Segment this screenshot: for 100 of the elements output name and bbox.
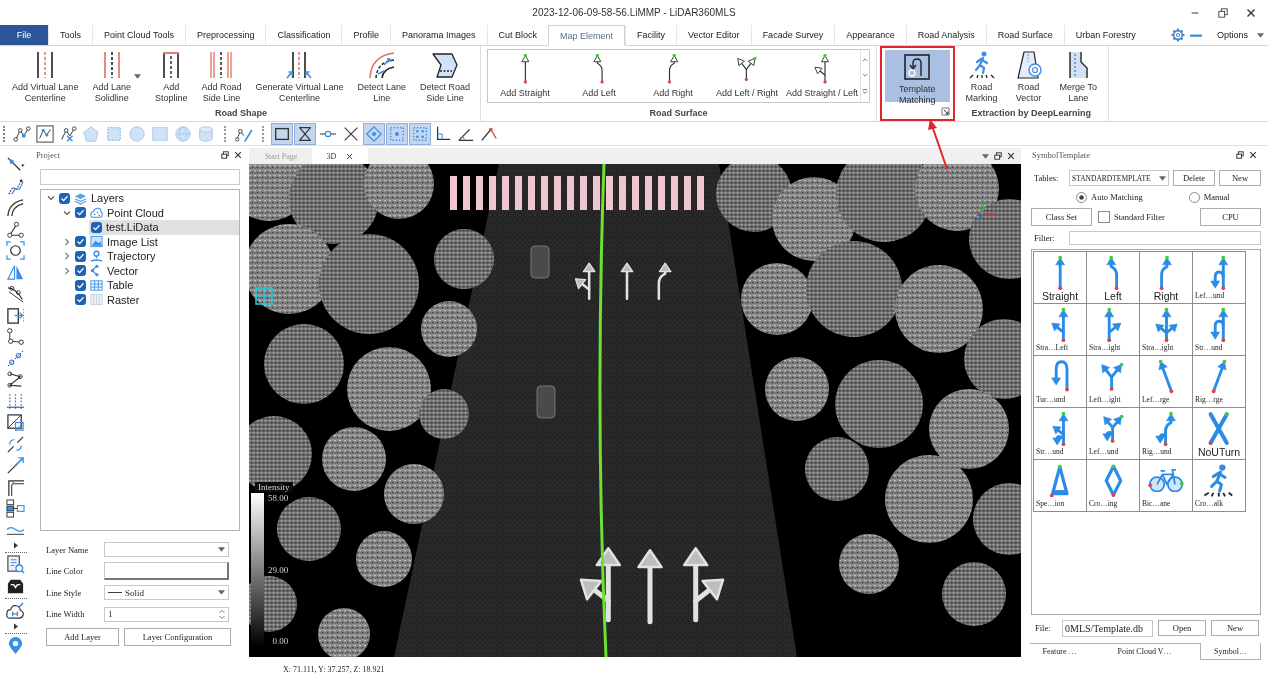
line-arrow-icon[interactable] bbox=[6, 456, 25, 475]
caret-icon[interactable] bbox=[133, 73, 141, 79]
dashed-columns-icon[interactable] bbox=[6, 391, 25, 411]
file-path-field[interactable]: 0MLS/Template.db bbox=[1062, 619, 1153, 637]
crop-square-icon[interactable] bbox=[6, 413, 25, 432]
expand-gallery-icon[interactable] bbox=[862, 89, 869, 95]
panel-tab[interactable]: Feature … bbox=[1030, 644, 1089, 659]
layer-tree-item[interactable]: Raster bbox=[73, 292, 239, 307]
linked-nodes-icon[interactable] bbox=[6, 327, 25, 346]
push-button[interactable]: New bbox=[1219, 170, 1261, 186]
toolbar-button[interactable] bbox=[294, 122, 316, 145]
checkbox[interactable] bbox=[75, 250, 86, 262]
ribbon-button[interactable]: Add Road Side Line bbox=[194, 48, 249, 104]
expand-arrow-icon[interactable] bbox=[12, 542, 19, 549]
checkbox[interactable] bbox=[75, 236, 86, 248]
cloud-h-icon[interactable] bbox=[6, 601, 25, 621]
chevron-down-icon[interactable] bbox=[47, 194, 55, 203]
close-icon[interactable] bbox=[346, 152, 354, 160]
ribbon-button[interactable]: Add Right bbox=[636, 50, 710, 102]
push-button[interactable]: Open bbox=[1158, 620, 1206, 636]
zigzag-nodes-icon[interactable] bbox=[6, 370, 25, 389]
push-button[interactable]: Delete bbox=[1173, 170, 1215, 186]
radio-button[interactable] bbox=[1188, 191, 1200, 203]
float-window-icon[interactable] bbox=[994, 152, 1002, 160]
options-menu[interactable]: Options bbox=[1206, 30, 1264, 40]
curve-nodes-icon[interactable] bbox=[6, 284, 25, 303]
radio-button[interactable] bbox=[1076, 191, 1087, 203]
hierarchy-icon[interactable] bbox=[6, 499, 25, 518]
chevron-right-icon[interactable] bbox=[63, 252, 71, 261]
checkbox[interactable] bbox=[75, 207, 86, 219]
close-icon[interactable] bbox=[1249, 151, 1257, 159]
push-button[interactable]: CPU bbox=[1200, 208, 1261, 226]
ribbon-button[interactable]: Add Straight / Left bbox=[784, 50, 861, 102]
layer-tree-item[interactable]: Layers bbox=[57, 191, 239, 206]
settings-icon[interactable] bbox=[1170, 28, 1185, 42]
dotted-path-icon[interactable] bbox=[6, 176, 25, 196]
push-button[interactable]: New bbox=[1211, 620, 1259, 636]
layer-tree-item[interactable]: Trajectory bbox=[73, 249, 239, 264]
close-icon[interactable] bbox=[1007, 152, 1015, 160]
ribbon-button[interactable]: Add Stopline bbox=[147, 48, 195, 104]
search-field[interactable] bbox=[40, 169, 240, 185]
arcs-icon[interactable] bbox=[6, 198, 25, 217]
ribbon-button[interactable]: Add Left bbox=[562, 50, 636, 102]
broken-curve-icon[interactable] bbox=[6, 434, 25, 454]
dropdown-icon[interactable] bbox=[982, 153, 989, 159]
layer-tree-item[interactable]: Vector bbox=[73, 263, 239, 278]
layer-tree-item[interactable]: Table bbox=[73, 278, 239, 293]
restore-icon[interactable] bbox=[1218, 7, 1228, 18]
ribbon-tab[interactable]: Map Element bbox=[548, 25, 626, 46]
layer-tree-item[interactable]: Point Cloud bbox=[73, 205, 239, 220]
caret-icon[interactable] bbox=[1257, 32, 1264, 38]
ribbon-button[interactable]: Detect Lane Line bbox=[350, 48, 413, 104]
ribbon-button[interactable]: Road Marking bbox=[957, 48, 1006, 104]
symbol-tile[interactable]: Straight bbox=[1034, 252, 1087, 304]
ribbon-button[interactable]: Add Left / Right bbox=[710, 50, 784, 102]
toolbar-button[interactable] bbox=[271, 122, 293, 145]
document-search-icon[interactable] bbox=[6, 555, 25, 574]
push-button[interactable]: Layer Configuration bbox=[124, 628, 231, 646]
fit-circle-icon[interactable] bbox=[6, 241, 25, 260]
panel-tab[interactable]: Point Cloud V… bbox=[1088, 644, 1201, 659]
triangle-nodes-icon[interactable] bbox=[6, 219, 25, 239]
layer-tree-item[interactable]: test.LiData bbox=[89, 220, 239, 235]
float-window-icon[interactable] bbox=[1236, 151, 1244, 159]
dialog-launcher-icon[interactable] bbox=[940, 106, 950, 116]
checkbox[interactable] bbox=[75, 294, 86, 306]
ribbon-button[interactable]: Generate Virtual Lane Centerline bbox=[248, 48, 351, 104]
close-icon[interactable] bbox=[1246, 7, 1256, 18]
expand-arrow-icon[interactable] bbox=[12, 623, 19, 630]
chevron-right-icon[interactable] bbox=[63, 237, 71, 246]
ribbon-button[interactable]: Road Vector bbox=[1005, 48, 1052, 104]
checkbox[interactable] bbox=[75, 265, 86, 277]
radio-option[interactable]: Manual bbox=[1188, 191, 1230, 203]
ribbon-button[interactable]: Merge To Lane bbox=[1051, 48, 1105, 104]
filter-field[interactable] bbox=[1069, 231, 1261, 245]
push-button[interactable]: Add Layer bbox=[46, 628, 119, 646]
chevron-right-icon[interactable] bbox=[63, 266, 71, 275]
minus-icon[interactable] bbox=[1189, 33, 1202, 37]
line-style-dropdown[interactable]: Solid bbox=[104, 585, 229, 601]
ribbon-button[interactable]: Add Virtual Lane Centerline bbox=[5, 48, 86, 104]
color-field[interactable] bbox=[104, 562, 229, 581]
checkbox[interactable] bbox=[91, 221, 102, 233]
ribbon-button[interactable]: Add Lane Solidline bbox=[85, 48, 148, 104]
radio-option[interactable]: Auto Matching bbox=[1076, 191, 1143, 203]
caret-icon[interactable] bbox=[1159, 175, 1166, 181]
ribbon-button[interactable]: Add Straight bbox=[488, 50, 562, 102]
box-arrow-icon[interactable] bbox=[6, 305, 25, 325]
document-tab[interactable]: 3D bbox=[312, 148, 368, 164]
layer-tree-item[interactable]: Image List bbox=[73, 234, 239, 249]
3d-view[interactable]: Intensity 58.00 29.00 0.00 bbox=[249, 164, 1021, 657]
scroll-down-icon[interactable] bbox=[862, 73, 869, 78]
close-icon[interactable] bbox=[234, 151, 242, 159]
chevron-down-icon[interactable] bbox=[63, 208, 71, 217]
checkbox[interactable] bbox=[75, 279, 86, 291]
caret-icon[interactable] bbox=[218, 547, 225, 553]
number-field[interactable]: 1 bbox=[104, 606, 229, 622]
location-pin-icon[interactable] bbox=[6, 636, 25, 655]
panel-tab[interactable]: Symbol… bbox=[1200, 643, 1261, 660]
caret-icon[interactable] bbox=[218, 590, 225, 596]
symbol-tile[interactable]: Right bbox=[1140, 252, 1193, 304]
float-window-icon[interactable] bbox=[221, 151, 229, 159]
